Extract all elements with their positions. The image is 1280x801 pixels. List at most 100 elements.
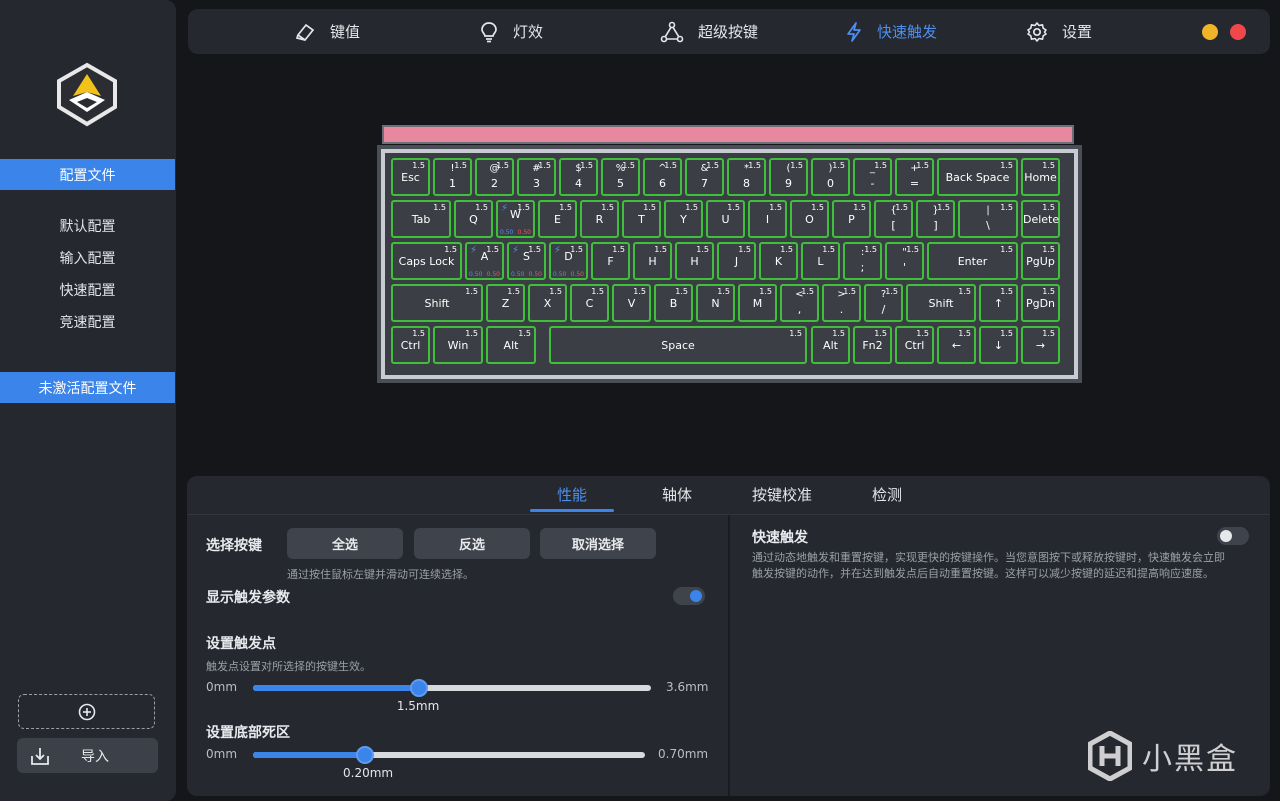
key[interactable]: 1.5 Shift	[906, 284, 976, 322]
tab-calibration[interactable]: 按键校准	[737, 476, 827, 512]
key[interactable]: 1.5 ←	[937, 326, 976, 364]
key[interactable]: 1.5 H	[633, 242, 672, 280]
nav-tab-settings[interactable]: 设置	[1026, 9, 1092, 54]
profile-item-default[interactable]: 默认配置	[0, 212, 175, 240]
slider-thumb[interactable]	[409, 679, 428, 697]
actuation-slider[interactable]	[253, 679, 651, 697]
inactive-profiles-header[interactable]: 未激活配置文件	[0, 372, 175, 403]
close-button[interactable]	[1230, 24, 1246, 40]
profile-item-fast[interactable]: 快速配置	[0, 276, 175, 304]
key[interactable]: 1.5(9	[769, 158, 808, 196]
key[interactable]: 1.5 Space	[549, 326, 807, 364]
key[interactable]: 1.5 F	[591, 242, 630, 280]
key[interactable]: 1.5 H	[675, 242, 714, 280]
key[interactable]: 1.5 Z	[486, 284, 525, 322]
key[interactable]: 1.5) 0	[811, 158, 850, 196]
key[interactable]: 1.5 Home	[1021, 158, 1060, 196]
key[interactable]: 1.5 O	[790, 200, 829, 238]
key[interactable]: 1.5 C	[570, 284, 609, 322]
key[interactable]: 1.5 Ctrl	[895, 326, 934, 364]
tab-test[interactable]: 检测	[847, 476, 927, 512]
key[interactable]: 1.5 Esc	[391, 158, 430, 196]
key[interactable]: 1.5 P	[832, 200, 871, 238]
key[interactable]: 1.5 @2	[475, 158, 514, 196]
key[interactable]: 1.5 + =	[895, 158, 934, 196]
select-all-button[interactable]: 全选	[287, 528, 403, 559]
rapid-trigger-toggle[interactable]	[1217, 527, 1249, 545]
key[interactable]: 1.5 Alt	[486, 326, 536, 364]
invert-selection-button[interactable]: 反选	[414, 528, 530, 559]
key[interactable]: 1.5 ↑	[979, 284, 1018, 322]
deadzone-slider[interactable]	[253, 746, 645, 764]
clear-selection-button[interactable]: 取消选择	[540, 528, 656, 559]
profile-item-race[interactable]: 竞速配置	[0, 308, 175, 336]
add-profile-button[interactable]	[18, 694, 155, 729]
key[interactable]: 1.5 Y	[664, 200, 703, 238]
key[interactable]: 1.5 * 8	[727, 158, 766, 196]
import-button[interactable]: 导入	[17, 738, 158, 773]
key[interactable]: 1.5 | \	[958, 200, 1018, 238]
nav-tab-lighting[interactable]: 灯效	[479, 9, 543, 54]
key[interactable]: 1.5! 1	[433, 158, 472, 196]
key[interactable]: 1.5 Win	[433, 326, 483, 364]
show-params-toggle[interactable]	[673, 587, 705, 605]
nav-tab-keymap[interactable]: 键值	[294, 9, 360, 54]
key[interactable]: 1.5 Ctrl	[391, 326, 430, 364]
key[interactable]: 1.5 J	[717, 242, 756, 280]
key[interactable]: 1.5 V	[612, 284, 651, 322]
key[interactable]: 1.5 Alt	[811, 326, 850, 364]
profiles-header[interactable]: 配置文件	[0, 159, 175, 190]
key[interactable]: 1.5 B	[654, 284, 693, 322]
key[interactable]: 1.5 A ⚡ 0.50 0.50	[465, 242, 504, 280]
key[interactable]: 1.5 K	[759, 242, 798, 280]
key-label: Esc	[401, 171, 420, 184]
key[interactable]: 1.5 E	[538, 200, 577, 238]
key[interactable]: 1.5 #3	[517, 158, 556, 196]
key[interactable]: 1.5 L	[801, 242, 840, 280]
key[interactable]: 1.5 <,	[780, 284, 819, 322]
key[interactable]: 1.5 S ⚡ 0.50 0.50	[507, 242, 546, 280]
key[interactable]: 1.5 Tab	[391, 200, 451, 238]
key[interactable]: 1.5 Shift	[391, 284, 483, 322]
tab-switch[interactable]: 轴体	[637, 476, 717, 512]
key[interactable]: 1.5 PgUp	[1021, 242, 1060, 280]
key[interactable]: 1.5 M	[738, 284, 777, 322]
key[interactable]: 1.5 U	[706, 200, 745, 238]
key[interactable]: 1.5 N	[696, 284, 735, 322]
key[interactable]: 1.5 " '	[885, 242, 924, 280]
key[interactable]: 1.5 Back Space	[937, 158, 1018, 196]
key[interactable]: 1.5 D ⚡ 0.50 0.50	[549, 242, 588, 280]
key[interactable]: 1.5 W ⚡ 0.50 0.50	[496, 200, 535, 238]
key[interactable]: 1.5 T	[622, 200, 661, 238]
key-label: 6	[659, 177, 666, 190]
key[interactable]: 1.5 _ -	[853, 158, 892, 196]
key[interactable]: 1.5 & 7	[685, 158, 724, 196]
key[interactable]: 1.5 R	[580, 200, 619, 238]
key[interactable]: 1.5 Caps Lock	[391, 242, 462, 280]
key[interactable]: 1.5}]	[916, 200, 955, 238]
key[interactable]: 1.5 ↓	[979, 326, 1018, 364]
key[interactable]: 1.5 Q	[454, 200, 493, 238]
key[interactable]: 1.5 →	[1021, 326, 1060, 364]
tab-performance[interactable]: 性能	[530, 476, 614, 512]
key[interactable]: 1.5? /	[864, 284, 903, 322]
key[interactable]: 1.5 I	[748, 200, 787, 238]
key[interactable]: 1.5 >.	[822, 284, 861, 322]
minimize-button[interactable]	[1202, 24, 1218, 40]
nav-tab-super-keys[interactable]: 超级按键	[660, 9, 758, 54]
key[interactable]: 1.5 PgDn	[1021, 284, 1060, 322]
key[interactable]: 1.5 Delete	[1021, 200, 1060, 238]
key[interactable]: 1.5{[	[874, 200, 913, 238]
key[interactable]: 1.5 Enter	[927, 242, 1018, 280]
key[interactable]: 1.5 X	[528, 284, 567, 322]
key[interactable]: 1.5 $4	[559, 158, 598, 196]
profile-item-input[interactable]: 输入配置	[0, 244, 175, 272]
key[interactable]: 1.5 Fn2	[853, 326, 892, 364]
key[interactable]: 1.5 ^ 6	[643, 158, 682, 196]
key-label: 7	[701, 177, 708, 190]
slider-thumb[interactable]	[356, 746, 374, 764]
key[interactable]: 1.5% 5	[601, 158, 640, 196]
key-travel-label: 1.5	[853, 203, 866, 212]
nav-tab-rapid-trigger[interactable]: 快速触发	[845, 9, 937, 54]
key[interactable]: 1.5:;	[843, 242, 882, 280]
